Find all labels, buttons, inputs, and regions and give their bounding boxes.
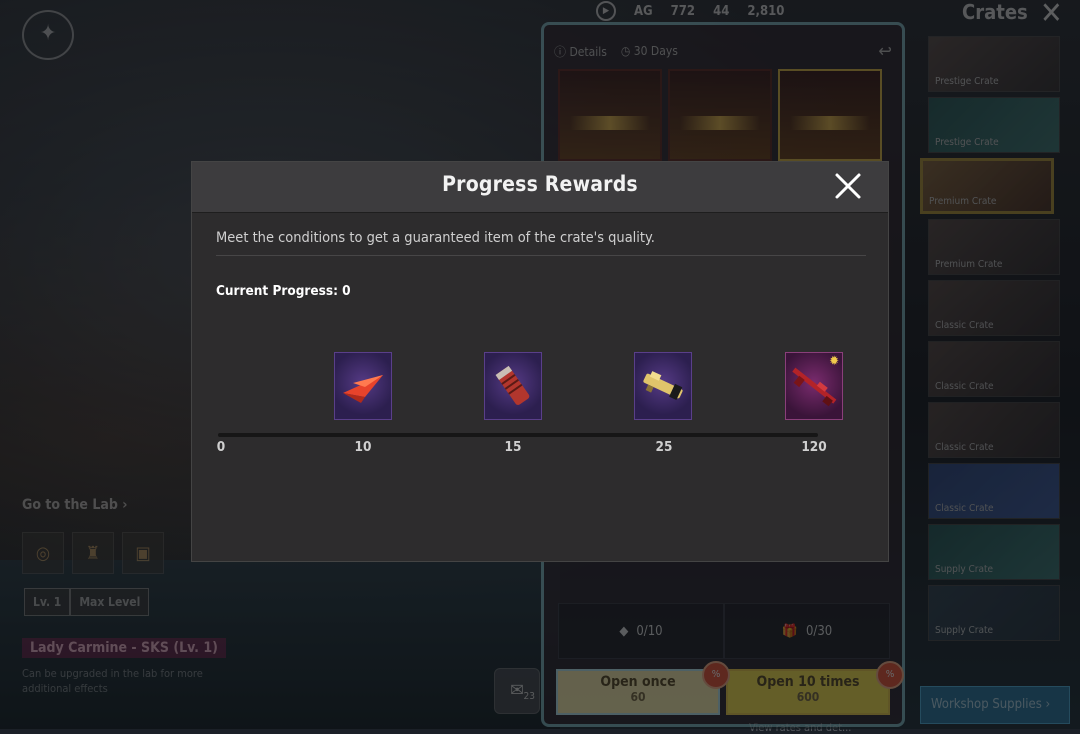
close-icon [835,173,861,199]
close-button[interactable] [826,164,870,208]
upgrade-gear-icon: ✹ [829,354,839,369]
tick-label: 25 [655,439,673,455]
tick-label: 120 [801,439,827,455]
progress-rewards-dialog: Progress Rewards Meet the conditions to … [191,161,889,562]
milestone-reward-10[interactable] [334,352,392,420]
milestone-reward-15[interactable] [484,352,542,420]
red-paper-plane-icon [343,375,383,403]
red-canister-icon [495,365,530,405]
dialog-description: Meet the conditions to get a guaranteed … [216,230,655,246]
tick-label: 10 [354,439,372,455]
dialog-title: Progress Rewards [442,172,638,196]
current-progress: Current Progress: 0 [216,283,351,299]
divider [216,255,866,256]
tick-label: 15 [504,439,522,455]
gold-gun-attachment-icon [643,371,683,400]
milestone-reward-120[interactable]: ✹ [785,352,843,420]
tick-label: 0 [216,439,226,455]
progress-track [218,433,818,437]
dialog-header: Progress Rewards [192,162,888,213]
milestone-reward-25[interactable] [634,352,692,420]
